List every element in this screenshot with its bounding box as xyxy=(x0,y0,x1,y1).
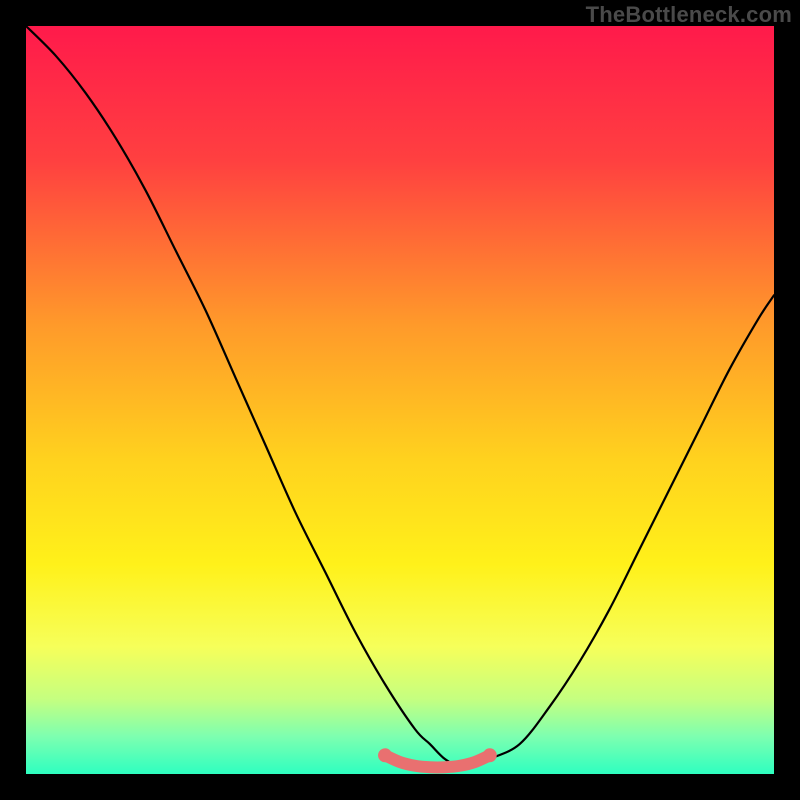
highlight-endpoint-left xyxy=(378,748,392,762)
plot-background xyxy=(26,26,774,774)
watermark-text: TheBottleneck.com xyxy=(586,2,792,28)
chart-frame: TheBottleneck.com xyxy=(0,0,800,800)
bottleneck-chart xyxy=(0,0,800,800)
highlight-endpoint-right xyxy=(483,748,497,762)
